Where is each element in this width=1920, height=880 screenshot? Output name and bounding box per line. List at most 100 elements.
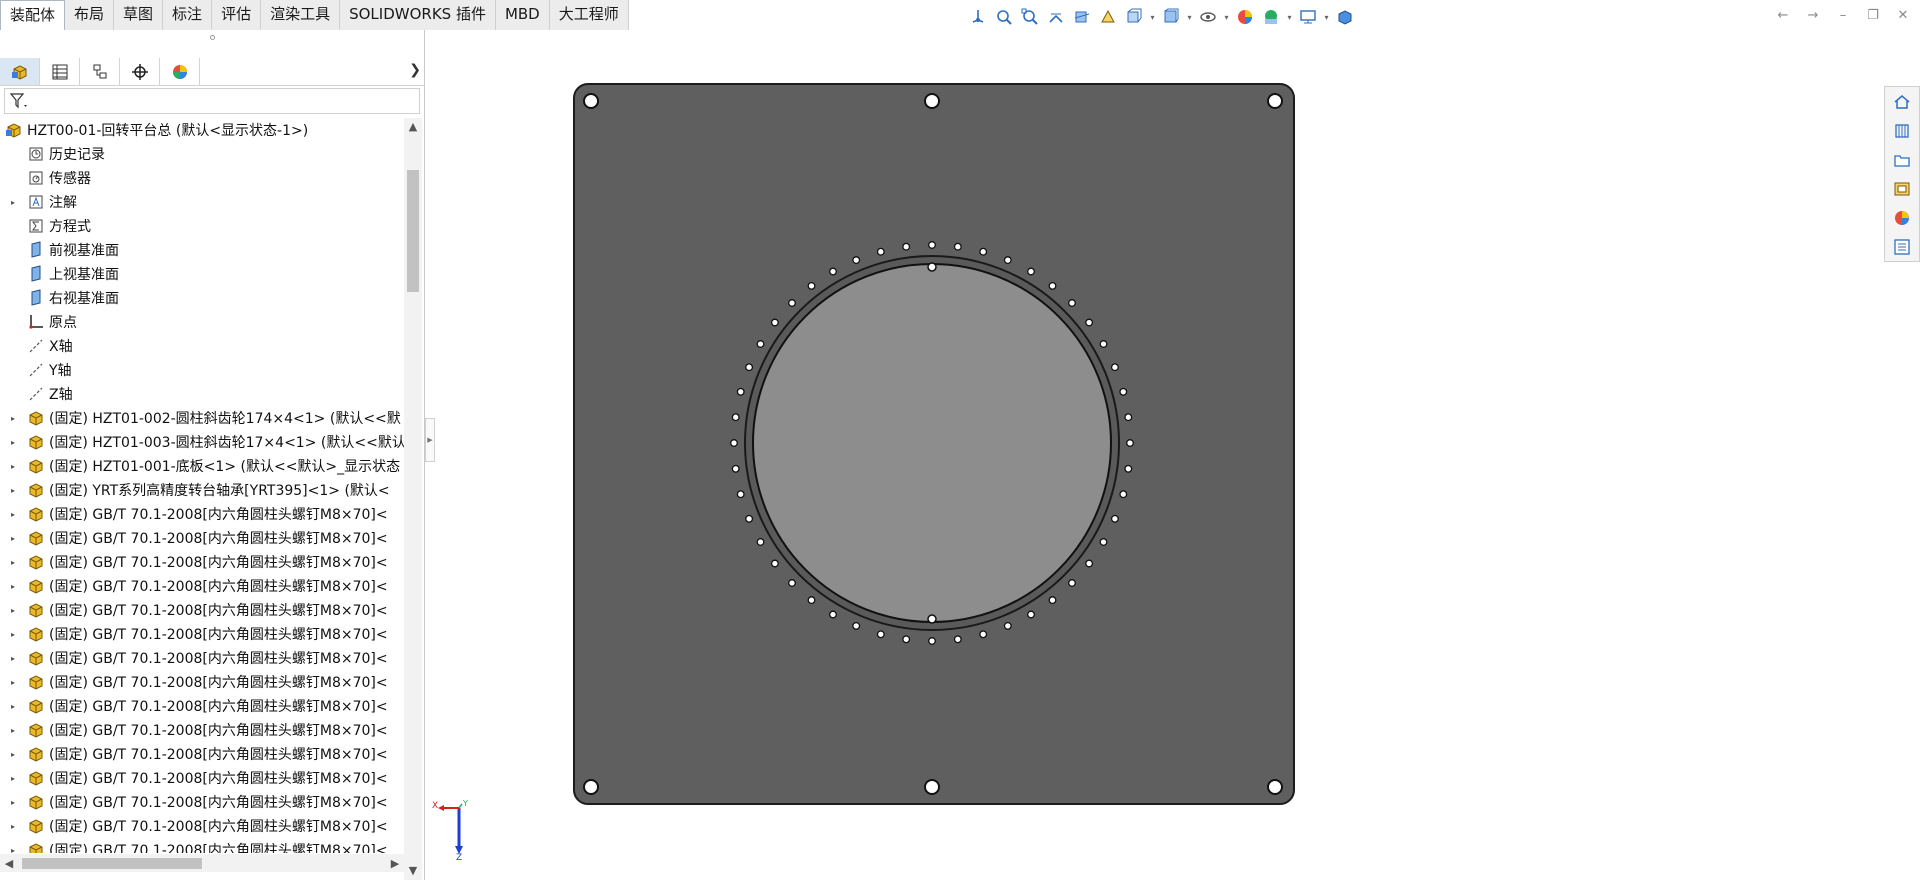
mounting-hole[interactable]	[1267, 93, 1283, 109]
tree-item[interactable]: 方程式	[0, 214, 405, 238]
expand-arrow-icon[interactable]: ▸	[8, 646, 18, 670]
tree-item[interactable]: ▸ (固定) GB∕T 70.1-2008[内六角圆柱头螺钉M8×70]<	[0, 622, 405, 646]
expand-arrow-icon[interactable]: ▸	[8, 622, 18, 646]
apply-scene-icon[interactable]	[1259, 5, 1283, 29]
tree-item[interactable]: X轴	[0, 334, 405, 358]
section-view-icon[interactable]	[1070, 5, 1094, 29]
chevron-down-icon[interactable]: ▾	[1322, 5, 1331, 29]
tree-item[interactable]: Z轴	[0, 382, 405, 406]
tree-item[interactable]: ▸ (固定) GB∕T 70.1-2008[内六角圆柱头螺钉M8×70]<	[0, 574, 405, 598]
tree-root[interactable]: HZT00-01-回转平台总 (默认<显示状态-1>)	[0, 118, 405, 142]
expand-arrow-icon[interactable]: ▸	[8, 790, 18, 814]
tree-item[interactable]: 右视基准面	[0, 286, 405, 310]
view-settings-icon[interactable]	[1296, 5, 1320, 29]
tab-2[interactable]: 草图	[114, 0, 164, 30]
expand-arrow-icon[interactable]: ▸	[8, 718, 18, 742]
edit-appearance-icon[interactable]	[1233, 5, 1257, 29]
featuremanager-icon[interactable]	[0, 58, 40, 85]
chevron-down-icon[interactable]: ▾	[1222, 5, 1231, 29]
bearing-ring[interactable]	[744, 255, 1120, 631]
display-pane-icon[interactable]	[1333, 5, 1357, 29]
design-library-icon[interactable]	[1885, 116, 1919, 145]
tab-8[interactable]: 大工程师	[549, 0, 629, 30]
tree-horizontal-scrollbar[interactable]: ◀ ▶	[0, 854, 404, 872]
file-explorer-icon[interactable]	[1885, 145, 1919, 174]
expand-arrow-icon[interactable]: ▸	[8, 574, 18, 598]
tree-item[interactable]: ▸ (固定) HZT01-001-底板<1> (默认<<默认>_显示状态	[0, 454, 405, 478]
tree-item[interactable]: 上视基准面	[0, 262, 405, 286]
tree-filter[interactable]	[4, 88, 420, 114]
scroll-left-icon[interactable]: ◀	[0, 854, 18, 872]
restore-left-icon[interactable]: ←	[1774, 6, 1792, 24]
tree-item[interactable]: ▸ (固定) GB∕T 70.1-2008[内六角圆柱头螺钉M8×70]<	[0, 790, 405, 814]
tree-item[interactable]: ▸ (固定) GB∕T 70.1-2008[内六角圆柱头螺钉M8×70]<	[0, 502, 405, 526]
tab-0[interactable]: 装配体	[0, 0, 66, 30]
minimize-icon[interactable]: –	[1834, 6, 1852, 24]
expand-arrow-icon[interactable]: ▸	[8, 454, 18, 478]
tree-item[interactable]: ▸ (固定) GB∕T 70.1-2008[内六角圆柱头螺钉M8×70]<	[0, 670, 405, 694]
scroll-right-icon[interactable]: ▶	[386, 854, 404, 872]
tree-item[interactable]: ▸ (固定) GB∕T 70.1-2008[内六角圆柱头螺钉M8×70]<	[0, 814, 405, 838]
chevron-down-icon[interactable]: ▾	[1285, 5, 1294, 29]
zoom-to-fit-icon[interactable]	[992, 5, 1016, 29]
display-style-icon[interactable]	[1159, 5, 1183, 29]
tree-vertical-scrollbar[interactable]: ▲ ▼	[404, 118, 422, 880]
expand-arrow-icon[interactable]: ▸	[8, 550, 18, 574]
mounting-hole[interactable]	[1267, 779, 1283, 795]
custom-properties-icon[interactable]	[1885, 232, 1919, 261]
restore-right-icon[interactable]: →	[1804, 6, 1822, 24]
tree-item[interactable]: ▸ 注解	[0, 190, 405, 214]
mounting-hole[interactable]	[583, 779, 599, 795]
chevron-down-icon[interactable]: ▾	[1148, 5, 1157, 29]
tab-4[interactable]: 评估	[212, 0, 262, 30]
expand-arrow-icon[interactable]: ▸	[8, 526, 18, 550]
scroll-thumb[interactable]	[407, 170, 419, 292]
solidworks-resources-icon[interactable]	[1885, 87, 1919, 116]
tree-item[interactable]: ▸ (固定) GB∕T 70.1-2008[内六角圆柱头螺钉M8×70]<	[0, 646, 405, 670]
expand-arrow-icon[interactable]: ▸	[8, 406, 18, 430]
tree-item[interactable]: ▸ (固定) GB∕T 70.1-2008[内六角圆柱头螺钉M8×70]<	[0, 598, 405, 622]
tree-item[interactable]: ▸ (固定) GB∕T 70.1-2008[内六角圆柱头螺钉M8×70]<	[0, 742, 405, 766]
dynamic-annotation-icon[interactable]	[1096, 5, 1120, 29]
expand-arrow-icon[interactable]: ▸	[8, 742, 18, 766]
tree-item[interactable]: 传感器	[0, 166, 405, 190]
zoom-to-area-icon[interactable]	[1018, 5, 1042, 29]
tab-1[interactable]: 布局	[65, 0, 115, 30]
tree-item[interactable]: 前视基准面	[0, 238, 405, 262]
scroll-down-icon[interactable]: ▼	[404, 862, 422, 878]
chevron-down-icon[interactable]: ▾	[1185, 5, 1194, 29]
view-palette-icon[interactable]	[1885, 174, 1919, 203]
chevron-right-icon[interactable]: ❯	[409, 62, 421, 78]
tree-item[interactable]: ▸ (固定) GB∕T 70.1-2008[内六角圆柱头螺钉M8×70]<	[0, 694, 405, 718]
tab-5[interactable]: 渲染工具	[261, 0, 341, 30]
tree-item[interactable]: ▸ (固定) GB∕T 70.1-2008[内六角圆柱头螺钉M8×70]<	[0, 838, 405, 853]
view-orientation-icon[interactable]	[966, 5, 990, 29]
tree-item[interactable]: ▸ (固定) GB∕T 70.1-2008[内六角圆柱头螺钉M8×70]<	[0, 526, 405, 550]
expand-arrow-icon[interactable]: ▸	[8, 838, 18, 854]
expand-arrow-icon[interactable]: ▸	[8, 478, 18, 502]
mounting-hole[interactable]	[924, 93, 940, 109]
dimxpertmanager-icon[interactable]	[120, 58, 160, 85]
expand-arrow-icon[interactable]: ▸	[8, 190, 18, 214]
tree-item[interactable]: ▸ (固定) GB∕T 70.1-2008[内六角圆柱头螺钉M8×70]<	[0, 766, 405, 790]
graphics-area[interactable]	[432, 30, 1882, 880]
appearances-scenes-icon[interactable]	[1885, 203, 1919, 232]
close-icon[interactable]: ✕	[1894, 6, 1912, 24]
expand-arrow-icon[interactable]: ▸	[8, 766, 18, 790]
tab-6[interactable]: SOLIDWORKS 插件	[340, 0, 496, 30]
tree-item[interactable]: ▸ (固定) HZT01-002-圆柱斜齿轮174×4<1> (默认<<默	[0, 406, 405, 430]
tree-item[interactable]: 历史记录	[0, 142, 405, 166]
view-orientation-dropdown-icon[interactable]	[1122, 5, 1146, 29]
tab-3[interactable]: 标注	[163, 0, 213, 30]
expand-arrow-icon[interactable]: ▸	[8, 670, 18, 694]
tree-item[interactable]: ▸ (固定) GB∕T 70.1-2008[内六角圆柱头螺钉M8×70]<	[0, 718, 405, 742]
tree-item[interactable]: ▸ (固定) HZT01-003-圆柱斜齿轮17×4<1> (默认<<默认	[0, 430, 405, 454]
model-view[interactable]	[432, 30, 1882, 880]
tab-7[interactable]: MBD	[495, 0, 550, 30]
previous-view-icon[interactable]	[1044, 5, 1068, 29]
expand-arrow-icon[interactable]: ▸	[8, 694, 18, 718]
mounting-hole[interactable]	[924, 779, 940, 795]
hscroll-thumb[interactable]	[22, 858, 202, 869]
tree-item[interactable]: ▸ (固定) YRT系列高精度转台轴承[YRT395]<1> (默认<	[0, 478, 405, 502]
panel-grip[interactable]	[0, 30, 425, 44]
